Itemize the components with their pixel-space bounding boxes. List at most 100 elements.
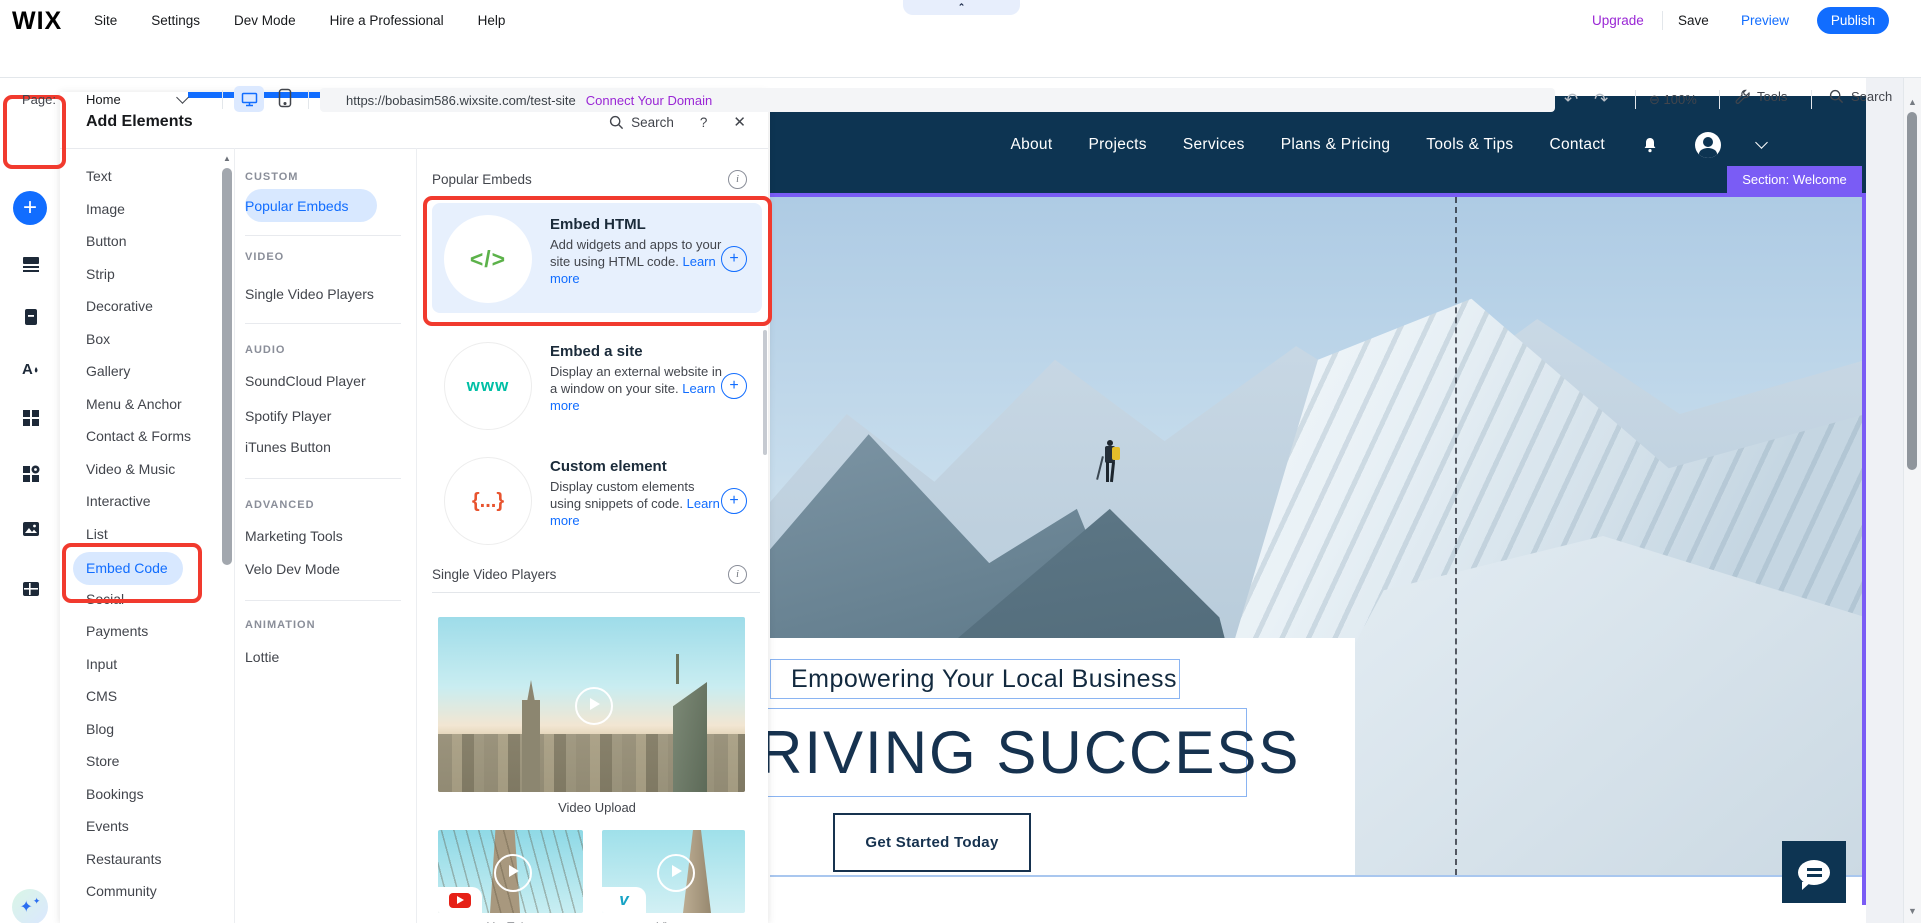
hero-kicker[interactable]: Empowering Your Local Business [770,659,1180,699]
site-design-icon[interactable]: A [20,358,42,380]
app-market-icon[interactable] [20,463,42,485]
category-bookings[interactable]: Bookings [86,786,216,802]
cards-scrollbar-thumb[interactable] [763,330,767,455]
category-store[interactable]: Store [86,753,216,769]
zoom-control[interactable]: ⊖ 100% [1649,92,1697,108]
tools-button[interactable]: Tools [1735,89,1787,104]
content-manager-icon[interactable] [20,578,42,600]
section-label[interactable]: Section: Welcome [1727,166,1862,193]
menu-site[interactable]: Site [94,13,117,28]
videos-heading: Single Video Players [432,567,556,582]
info-icon[interactable]: i [728,565,747,584]
avatar[interactable] [1695,132,1721,158]
category-cms[interactable]: CMS [86,688,216,704]
info-icon[interactable]: i [728,170,747,189]
scroll-up-arrow[interactable]: ▲ [1908,97,1917,107]
play-icon [575,687,613,725]
vimeo-thumbnail[interactable]: v [602,830,745,913]
category-payments[interactable]: Payments [86,623,216,639]
video-upload-thumbnail[interactable] [438,617,745,792]
category-input[interactable]: Input [86,656,216,672]
category-menu-anchor[interactable]: Menu & Anchor [86,396,216,412]
mobile-view-button[interactable] [278,88,292,108]
subcat-soundcloud[interactable]: SoundCloud Player [245,373,366,389]
subcat-velo-dev-mode[interactable]: Velo Dev Mode [245,561,340,577]
collapse-topbar-tab[interactable]: ⌃ [903,0,1020,15]
wix-editor: About Projects Services Plans & Pricing … [0,0,1921,923]
menu-help[interactable]: Help [478,13,506,28]
connect-domain-link[interactable]: Connect Your Domain [586,93,712,108]
preview-button[interactable]: Preview [1741,13,1789,28]
category-community[interactable]: Community [86,883,216,899]
category-image[interactable]: Image [86,201,216,217]
nav-tools-tips[interactable]: Tools & Tips [1426,136,1513,154]
sections-icon[interactable] [20,253,42,275]
nav-about[interactable]: About [1010,136,1052,154]
chevron-down-icon[interactable] [1755,136,1768,149]
subcat-lottie[interactable]: Lottie [245,649,279,665]
ai-assistant-icon[interactable]: ✦✦ [12,889,48,923]
publish-button[interactable]: Publish [1817,7,1889,34]
category-button[interactable]: Button [86,233,216,249]
category-scrollbar-thumb[interactable] [222,168,232,565]
page-selector[interactable]: Home [86,92,121,107]
category-blog[interactable]: Blog [86,721,216,737]
subcat-itunes[interactable]: iTunes Button [245,439,331,455]
panel-close-button[interactable]: ✕ [733,113,746,131]
grid-guide-line [1455,197,1457,875]
editor-search-button[interactable]: Search [1829,89,1892,104]
nav-plans-pricing[interactable]: Plans & Pricing [1281,136,1391,154]
zoom-out-icon[interactable]: ⊖ [1649,92,1660,107]
youtube-thumbnail[interactable] [438,830,583,913]
menu-hire-professional[interactable]: Hire a Professional [330,13,444,28]
save-button[interactable]: Save [1678,13,1709,28]
add-element-button[interactable]: + [13,191,47,225]
wrench-icon [1735,89,1750,104]
add-panel-icon[interactable] [20,407,42,429]
scroll-down-arrow[interactable]: ▼ [1908,906,1917,916]
panel-search[interactable]: Search [609,115,674,130]
category-list[interactable]: List [86,526,216,542]
category-interactive[interactable]: Interactive [86,493,216,509]
editor-scrollbar-thumb[interactable] [1907,112,1917,470]
get-started-button[interactable]: Get Started Today [833,813,1031,872]
hero-title[interactable]: RIVING SUCCESS [758,708,1247,797]
category-text[interactable]: Text [86,168,216,184]
wix-logo[interactable]: WIX [12,7,62,36]
category-events[interactable]: Events [86,818,216,834]
redo-icon[interactable]: ↷ [1594,90,1608,110]
chat-widget-button[interactable] [1782,841,1846,903]
category-strip[interactable]: Strip [86,266,216,282]
subcat-marketing-tools[interactable]: Marketing Tools [245,528,343,544]
subcat-popular-embeds[interactable]: Popular Embeds [245,198,349,214]
subcat-spotify[interactable]: Spotify Player [245,408,331,424]
undo-icon[interactable]: ↶ [1564,90,1578,110]
category-gallery[interactable]: Gallery [86,363,216,379]
card-custom-element[interactable]: {...} Custom element Display custom elem… [432,445,762,555]
menu-dev-mode[interactable]: Dev Mode [234,13,296,28]
category-video-music[interactable]: Video & Music [86,461,216,477]
pages-icon[interactable] [20,306,42,328]
nav-services[interactable]: Services [1183,136,1245,154]
nav-projects[interactable]: Projects [1088,136,1146,154]
add-embed-site-button[interactable]: + [721,373,747,399]
category-decorative[interactable]: Decorative [86,298,216,314]
menu-settings[interactable]: Settings [151,13,200,28]
card-embed-site[interactable]: www Embed a site Display an external web… [432,330,762,440]
bell-icon[interactable] [1641,136,1659,154]
media-icon[interactable] [20,518,42,540]
desktop-view-button[interactable] [234,86,264,112]
category-box[interactable]: Box [86,331,216,347]
editor-toolbar: Page: Home https://bobasim586.wixsite.co… [0,41,1921,78]
editor-sidebar: + A ✦✦ [0,77,60,923]
site-url-bar[interactable]: https://bobasim586.wixsite.com/test-site… [320,88,1555,112]
nav-contact[interactable]: Contact [1549,136,1605,154]
add-custom-element-button[interactable]: + [721,488,747,514]
category-restaurants[interactable]: Restaurants [86,851,216,867]
category-contact-forms[interactable]: Contact & Forms [86,428,216,444]
category-scrollbar[interactable]: ▲ [222,154,232,914]
site-canvas[interactable]: About Projects Services Plans & Pricing … [770,96,1866,923]
panel-help-button[interactable]: ? [700,115,708,130]
upgrade-link[interactable]: Upgrade [1592,13,1644,28]
subcat-single-video-players[interactable]: Single Video Players [245,286,374,302]
